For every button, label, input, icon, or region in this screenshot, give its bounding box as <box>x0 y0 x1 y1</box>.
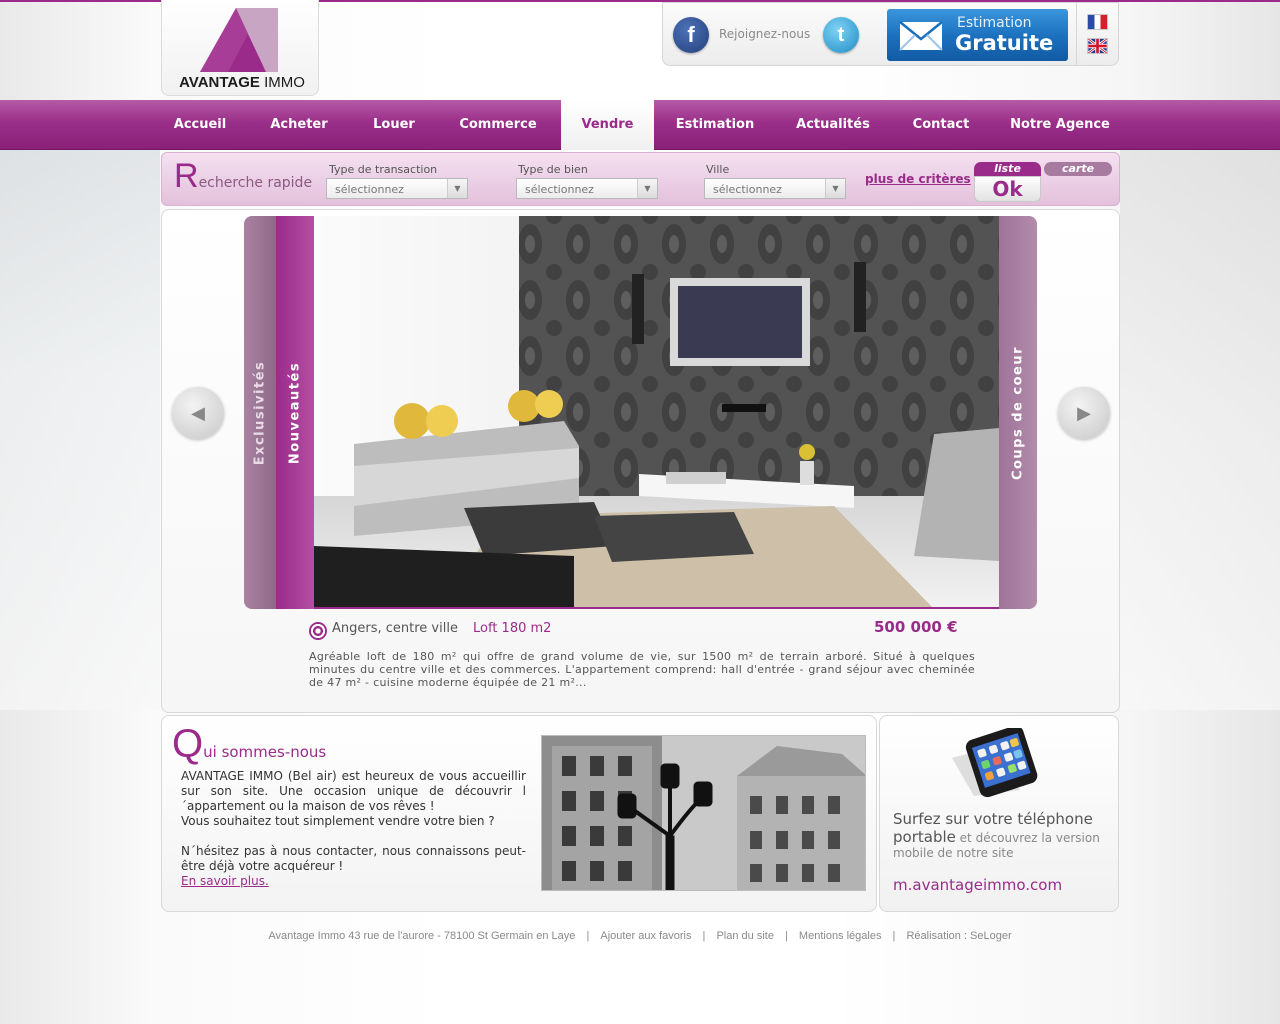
parisian-building-image <box>542 736 865 890</box>
tab-exclusivites-label: Exclusivités <box>252 360 268 465</box>
listing-type[interactable]: Loft 180 m2 <box>473 621 551 636</box>
city-select[interactable]: sélectionnez ▼ <box>704 178 846 199</box>
listing-price: 500 000 € <box>874 618 958 636</box>
nav-commerce[interactable]: Commerce <box>448 100 548 149</box>
uk-flag-icon[interactable] <box>1087 38 1108 54</box>
fr-flag-icon[interactable] <box>1087 14 1108 30</box>
estimation-panel: Estimation Gratuite <box>878 2 1076 66</box>
tab-nouveautes[interactable]: Nouveautés <box>276 216 314 609</box>
social-panel: f Rejoignez-nous t <box>662 2 878 66</box>
about-paragraph: AVANTAGE IMMO (Bel air) est heureux de v… <box>181 769 526 813</box>
footer-address: Avantage Immo 43 rue de l'aurore - 78100… <box>268 930 576 942</box>
background-decor-left <box>0 150 160 710</box>
credit-link[interactable]: Réalisation : SeLoger <box>906 930 1011 942</box>
chevron-down-icon: ▼ <box>447 179 467 198</box>
tab-nouveautes-label: Nouveautés <box>287 361 303 464</box>
gratuite-label: Gratuite <box>955 31 1054 55</box>
add-favorites-link[interactable]: Ajouter aux favoris <box>600 930 691 942</box>
footer-separator: | <box>586 930 590 942</box>
city-label: Ville <box>706 163 730 176</box>
nav-notre-agence[interactable]: Notre Agence <box>1000 100 1120 149</box>
quick-search: Recherche rapide Type de transaction sél… <box>161 152 1120 206</box>
search-ok-button[interactable]: Ok <box>974 176 1041 202</box>
envelope-icon <box>899 21 943 51</box>
footer: Avantage Immo 43 rue de l'aurore - 78100… <box>0 930 1280 942</box>
facebook-icon[interactable]: f <box>673 17 709 53</box>
listing-photo[interactable] <box>314 216 999 609</box>
language-switcher <box>1076 2 1119 66</box>
chevron-down-icon: ▼ <box>637 179 657 198</box>
mobile-promo-panel: Surfez sur votre téléphone portable et d… <box>879 715 1119 912</box>
tab-coups-de-coeur[interactable]: Coups de coeur <box>999 216 1037 609</box>
join-us-label: Rejoignez-nous <box>719 27 811 41</box>
free-estimation-button[interactable]: Estimation Gratuite <box>887 9 1068 61</box>
nav-louer[interactable]: Louer <box>359 100 429 149</box>
about-text: AVANTAGE IMMO (Bel air) est heureux de v… <box>181 769 526 889</box>
background-decor-right <box>1120 150 1280 710</box>
listing-slider: ◀ ▶ Exclusivités Nouveautés Coups de coe… <box>161 209 1120 713</box>
living-room-image <box>314 216 999 607</box>
listing-city: Angers, centre ville <box>332 621 458 636</box>
logo-wordmark: AVANTAGE IMMO <box>179 74 305 91</box>
nav-accueil[interactable]: Accueil <box>161 100 239 149</box>
sitemap-link[interactable]: Plan du site <box>716 930 773 942</box>
tab-coups-de-coeur-label: Coups de coeur <box>1010 345 1026 480</box>
mobile-promo-text: Surfez sur votre téléphone portable et d… <box>893 810 1100 860</box>
main-nav: Accueil Acheter Louer Commerce Vendre Es… <box>0 100 1280 150</box>
smartphone-icon <box>952 728 1038 798</box>
prev-arrow-icon[interactable]: ◀ <box>172 387 224 439</box>
quick-search-title: Recherche rapide <box>174 157 313 195</box>
property-type-label: Type de bien <box>518 163 588 176</box>
property-type-select[interactable]: sélectionnez ▼ <box>516 178 658 199</box>
logo[interactable]: AVANTAGE IMMO <box>161 0 319 96</box>
about-title: Qui sommes-nous <box>172 722 327 766</box>
transaction-type-select[interactable]: sélectionnez ▼ <box>326 178 468 199</box>
nav-acheter[interactable]: Acheter <box>259 100 339 149</box>
building-photo <box>541 735 866 891</box>
list-view-tab[interactable]: liste <box>974 162 1041 176</box>
nav-contact[interactable]: Contact <box>902 100 980 149</box>
nav-estimation[interactable]: Estimation <box>666 100 764 149</box>
estimation-label: Estimation <box>957 15 1032 31</box>
logo-triangle-icon <box>200 8 278 72</box>
twitter-icon[interactable]: t <box>823 17 859 53</box>
footer-separator: | <box>702 930 706 942</box>
tab-exclusivites[interactable]: Exclusivités <box>244 216 276 609</box>
chevron-down-icon: ▼ <box>825 179 845 198</box>
legal-link[interactable]: Mentions légales <box>799 930 882 942</box>
about-paragraph: Vous souhaitez tout simplement vendre vo… <box>181 814 495 828</box>
mobile-site-link[interactable]: m.avantageimmo.com <box>893 876 1062 894</box>
nav-actualites[interactable]: Actualités <box>786 100 880 149</box>
more-criteria-link[interactable]: plus de critères <box>865 172 971 186</box>
listing-description: Agréable loft de 180 m² qui offre de gra… <box>309 650 975 689</box>
about-paragraph: N´hésitez pas à nous contacter, nous con… <box>181 844 526 873</box>
spiral-bullet-icon <box>309 622 327 640</box>
nav-vendre[interactable]: Vendre <box>561 100 654 150</box>
read-more-link[interactable]: En savoir plus. <box>181 874 269 888</box>
map-view-tab[interactable]: carte <box>1044 162 1112 176</box>
transaction-type-label: Type de transaction <box>329 163 438 176</box>
next-arrow-icon[interactable]: ▶ <box>1058 387 1110 439</box>
footer-separator: | <box>892 930 896 942</box>
about-panel: Qui sommes-nous AVANTAGE IMMO (Bel air) … <box>161 715 877 912</box>
footer-separator: | <box>785 930 788 942</box>
